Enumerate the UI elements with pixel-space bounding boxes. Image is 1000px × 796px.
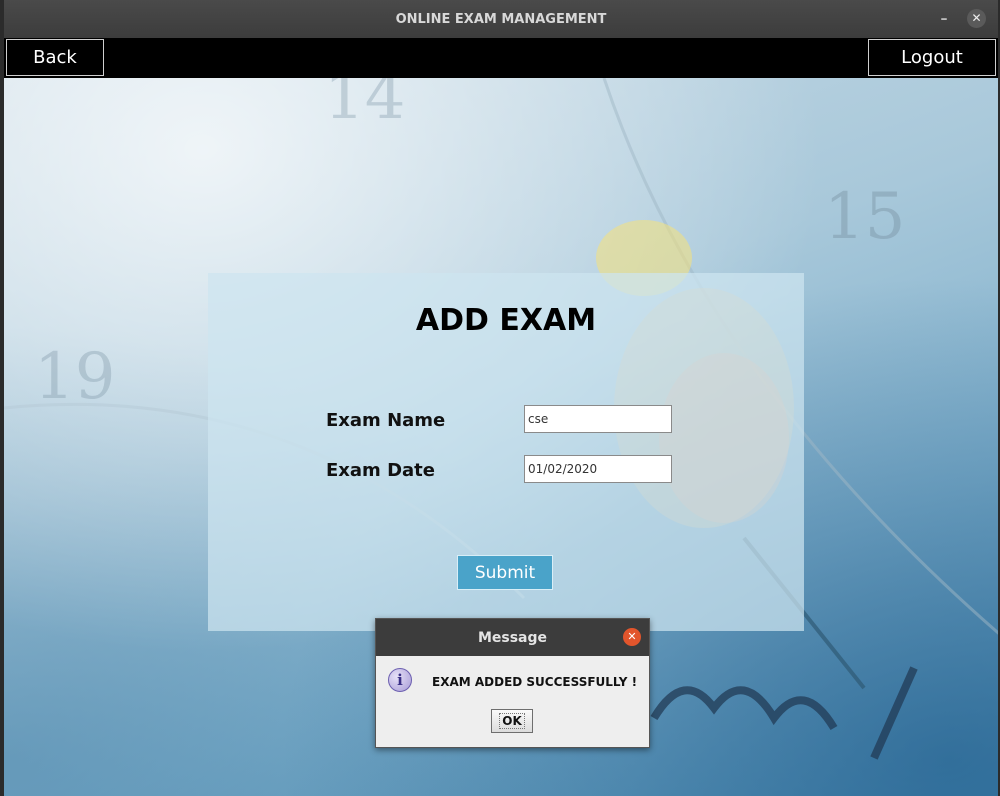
exam-date-field[interactable]: 01/02/2020 — [524, 455, 672, 483]
dialog-title: Message — [477, 629, 548, 646]
info-icon: i — [388, 668, 412, 692]
svg-text:15: 15 — [824, 180, 905, 254]
app-window: ONLINE EXAM MANAGEMENT – ✕ Back Logout 1… — [4, 0, 998, 796]
svg-text:19: 19 — [34, 340, 115, 414]
ok-button-label: OK — [499, 713, 525, 729]
back-button[interactable]: Back — [6, 39, 104, 76]
exam-name-field[interactable]: cse — [524, 405, 672, 433]
dialog-close-icon[interactable]: ✕ — [623, 628, 641, 646]
title-bar: ONLINE EXAM MANAGEMENT – ✕ — [4, 0, 998, 38]
window-title: ONLINE EXAM MANAGEMENT — [395, 11, 607, 27]
close-icon[interactable]: ✕ — [967, 9, 986, 28]
svg-text:14: 14 — [324, 78, 405, 134]
message-dialog: Message ✕ i EXAM ADDED SUCCESSFULLY ! OK — [375, 618, 650, 748]
page-title: ADD EXAM — [415, 303, 597, 338]
submit-button[interactable]: Submit — [457, 555, 553, 590]
dialog-title-bar: Message ✕ — [376, 619, 649, 656]
top-toolbar: Back Logout — [4, 38, 998, 78]
exam-date-label: Exam Date — [326, 460, 435, 481]
dialog-message: EXAM ADDED SUCCESSFULLY ! — [432, 675, 638, 689]
add-exam-panel: ADD EXAM Exam Name cse Exam Date 01/02/2… — [208, 273, 804, 631]
exam-name-label: Exam Name — [326, 410, 446, 431]
logout-button[interactable]: Logout — [868, 39, 996, 76]
ok-button[interactable]: OK — [491, 709, 533, 733]
minimize-icon[interactable]: – — [936, 9, 952, 27]
